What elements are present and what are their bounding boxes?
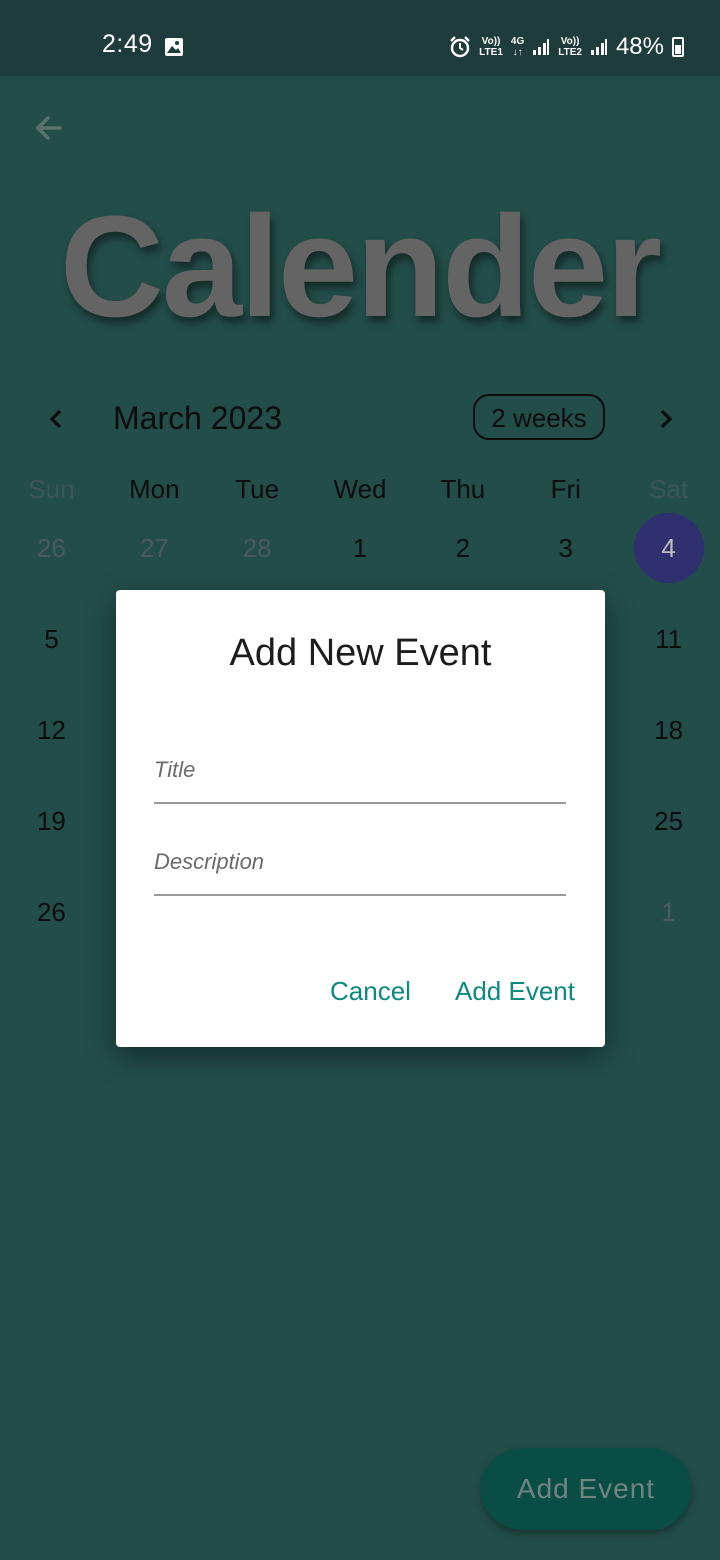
network-type: 4G ↓↑	[511, 36, 524, 58]
status-icons: Vo)) LTE1 4G ↓↑ Vo)) LTE2 48%	[449, 30, 684, 64]
cancel-button[interactable]: Cancel	[330, 976, 411, 1007]
lte2-label: LTE2	[558, 47, 582, 58]
network-lte2: Vo)) LTE2	[558, 36, 582, 58]
volte2-label: Vo))	[560, 36, 580, 47]
signal-icon-2	[590, 39, 607, 55]
network-lte1: Vo)) LTE1	[479, 36, 503, 58]
battery-icon	[672, 37, 684, 57]
alarm-icon	[450, 36, 471, 58]
lte1-label: LTE1	[479, 47, 503, 58]
status-bar: 2:49 Vo)) LTE1 4G ↓↑ Vo)) LTE2 48%	[0, 0, 720, 76]
image-notification-icon	[165, 38, 183, 56]
signal-icon	[533, 39, 550, 55]
status-time: 2:49	[102, 30, 153, 58]
title-field	[154, 738, 566, 804]
description-input[interactable]	[154, 830, 566, 894]
dialog-title: Add New Event	[229, 632, 492, 674]
add-event-dialog: Add New Event Cancel Add Event	[116, 590, 605, 1047]
volte-label: Vo))	[481, 36, 501, 47]
description-field	[154, 830, 566, 896]
data-arrows-icon: ↓↑	[512, 47, 523, 58]
battery-percent: 48%	[615, 33, 664, 60]
network-type-label: 4G	[510, 36, 525, 47]
title-input[interactable]	[154, 738, 566, 802]
add-event-button[interactable]: Add Event	[455, 976, 575, 1007]
